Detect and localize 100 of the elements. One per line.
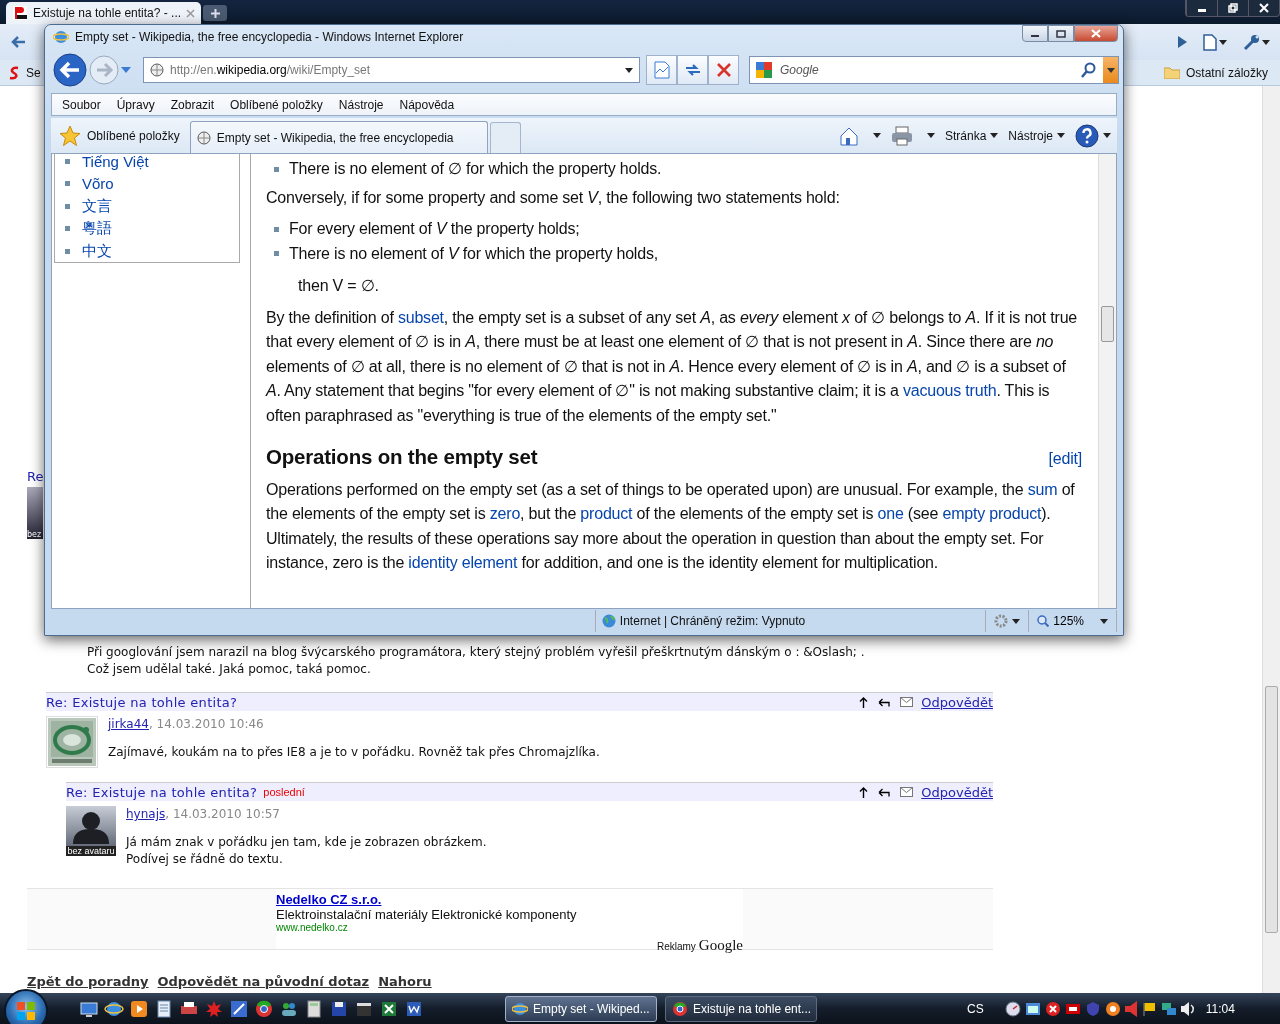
language-link[interactable]: 粵語 (82, 219, 112, 239)
envelope-icon (900, 697, 914, 707)
comment-text: Podívej se řádně do textu. (126, 851, 284, 868)
envelope-icon[interactable] (898, 785, 916, 799)
envelope-icon[interactable] (898, 695, 916, 709)
home-button[interactable] (838, 125, 881, 146)
squiggle-icon (8, 65, 20, 80)
link[interactable]: identity element (408, 554, 518, 571)
caret-icon (1100, 618, 1108, 624)
zoom-button[interactable]: 125% (1029, 610, 1117, 632)
clock[interactable]: 11:04 (1205, 1001, 1235, 1016)
browser-icon (672, 1000, 688, 1017)
footer-link[interactable]: Odpovědět na původní dotaz (157, 974, 370, 989)
back-button[interactable] (53, 53, 87, 87)
caret-icon (1262, 39, 1270, 45)
site-logo-icon (12, 5, 28, 21)
list-item: There is no element of V for which the property holds, (289, 243, 658, 264)
refresh-button[interactable] (677, 55, 708, 85)
reply-link[interactable]: Odpovědět (921, 784, 993, 800)
menu-item[interactable]: Úpravy (108, 97, 163, 112)
stop-button[interactable] (708, 55, 739, 85)
page-menu-button[interactable] (1201, 31, 1229, 53)
menu-item[interactable]: Nástroje (330, 97, 392, 112)
author-link[interactable]: jirka44 (108, 716, 149, 733)
back-arrow-icon (10, 35, 26, 49)
tray-icon-button[interactable] (1103, 999, 1122, 1018)
address-field[interactable]: http://en.wikipedia.org/wiki/Empty_set (143, 57, 640, 83)
command-menu[interactable]: Stránka (944, 128, 999, 143)
ad-text: Elektroinstalační materiály Elektronické komponenty (276, 907, 578, 922)
list-item: For every element of V the property holds; (289, 219, 580, 239)
search-field[interactable]: Google (778, 62, 1075, 78)
help-button[interactable] (1075, 123, 1111, 148)
bullet-icon (274, 251, 279, 257)
bullet-icon (274, 226, 279, 232)
link[interactable]: sum (1027, 480, 1058, 498)
refresh-icon (683, 62, 702, 78)
bookmark[interactable]: Se (4, 65, 45, 80)
ad-label: Reklamy (656, 941, 696, 952)
bullet-icon (65, 158, 70, 164)
footer-link[interactable]: Nahoru (378, 974, 432, 989)
link[interactable]: one (877, 505, 904, 522)
speaker-icon (1180, 1001, 1195, 1016)
go-button[interactable] (1175, 34, 1189, 50)
reply-link[interactable]: Odpovědět (921, 694, 993, 710)
comment-title: Re: Existuje na tohle entita? (46, 694, 238, 710)
search-provider-icon (756, 62, 772, 78)
taskbar-button[interactable]: Empty set - Wikiped... (505, 995, 657, 1022)
ad-url: www.nedelko.cz (276, 922, 349, 933)
maximize-icon (1056, 29, 1066, 38)
caret-icon (1057, 133, 1065, 138)
ad-brand: Google (698, 937, 743, 954)
tray-icon-button[interactable] (1003, 999, 1022, 1018)
person-silhouette-icon (73, 810, 109, 844)
language-link[interactable]: Võro (82, 175, 114, 193)
language-link[interactable]: Tiếng Việt (82, 154, 149, 170)
reply-arrow-icon (878, 697, 891, 707)
taskbar-button[interactable]: Existuje na tohle ent... (665, 995, 817, 1022)
language-link[interactable]: 文言 (82, 196, 112, 216)
caret-icon (1219, 39, 1227, 45)
site-icon (150, 63, 164, 77)
menu-item[interactable]: Zobrazit (162, 97, 223, 112)
new-tab-button[interactable] (203, 5, 227, 21)
search-options-button[interactable] (1103, 57, 1118, 83)
bookmarks-folder[interactable]: Ostatní záložky (1159, 65, 1272, 80)
language-indicator[interactable]: CS (967, 1001, 984, 1016)
link[interactable]: vacuous truth (902, 382, 997, 399)
gear-icon (994, 614, 1009, 628)
language-link[interactable]: 中文 (82, 241, 112, 261)
search-bar[interactable]: Google (749, 56, 1119, 84)
ad-title-link[interactable]: Nedelko CZ s.r.o. (276, 892, 743, 907)
link[interactable]: subset (397, 308, 444, 326)
bullet-icon (65, 203, 70, 209)
up-arrow-icon (859, 786, 869, 798)
comment-text: Při googlování jsem narazil na blog švýcarského programátora, který stejný problém vyřešil přeškrtnutým dánským o : &Oslash; . (87, 644, 866, 661)
link[interactable]: product (580, 505, 633, 522)
print-button[interactable] (890, 125, 935, 146)
command-menu[interactable]: Nástroje (1008, 128, 1065, 143)
history-dropdown[interactable] (121, 67, 131, 73)
menu-item[interactable]: Soubor (54, 97, 109, 112)
minimize-button[interactable] (1022, 25, 1048, 42)
favorites-button[interactable]: Oblíbené položky (51, 119, 190, 152)
pen-icon (229, 998, 249, 1019)
close-icon (1259, 3, 1269, 13)
edit-link[interactable]: [edit] (1048, 447, 1082, 472)
menu-item[interactable]: Oblíbené položky (222, 97, 331, 112)
menu-item[interactable]: Nápověda (391, 97, 463, 112)
volume-button[interactable] (1179, 1000, 1196, 1017)
browser-icon (254, 998, 274, 1019)
footer-link[interactable]: Zpět do poradny (27, 974, 149, 989)
window-icon (1024, 1000, 1041, 1017)
comment-date: , 14.03.2010 10:46 (148, 716, 264, 733)
scrollbar[interactable] (1262, 86, 1280, 993)
scrollbar[interactable] (1098, 154, 1116, 608)
bullet-icon (65, 248, 70, 254)
link[interactable]: empty product (942, 505, 1042, 522)
up-arrow-icon (859, 696, 869, 708)
section-heading: Operations on the empty set (266, 445, 539, 470)
browser-tab[interactable]: Existuje na tohle entita? - ... (6, 2, 201, 24)
maximize-button[interactable] (1048, 25, 1074, 42)
browser-tab[interactable]: Empty set - Wikipedia, the free encyclopedia (189, 121, 488, 153)
